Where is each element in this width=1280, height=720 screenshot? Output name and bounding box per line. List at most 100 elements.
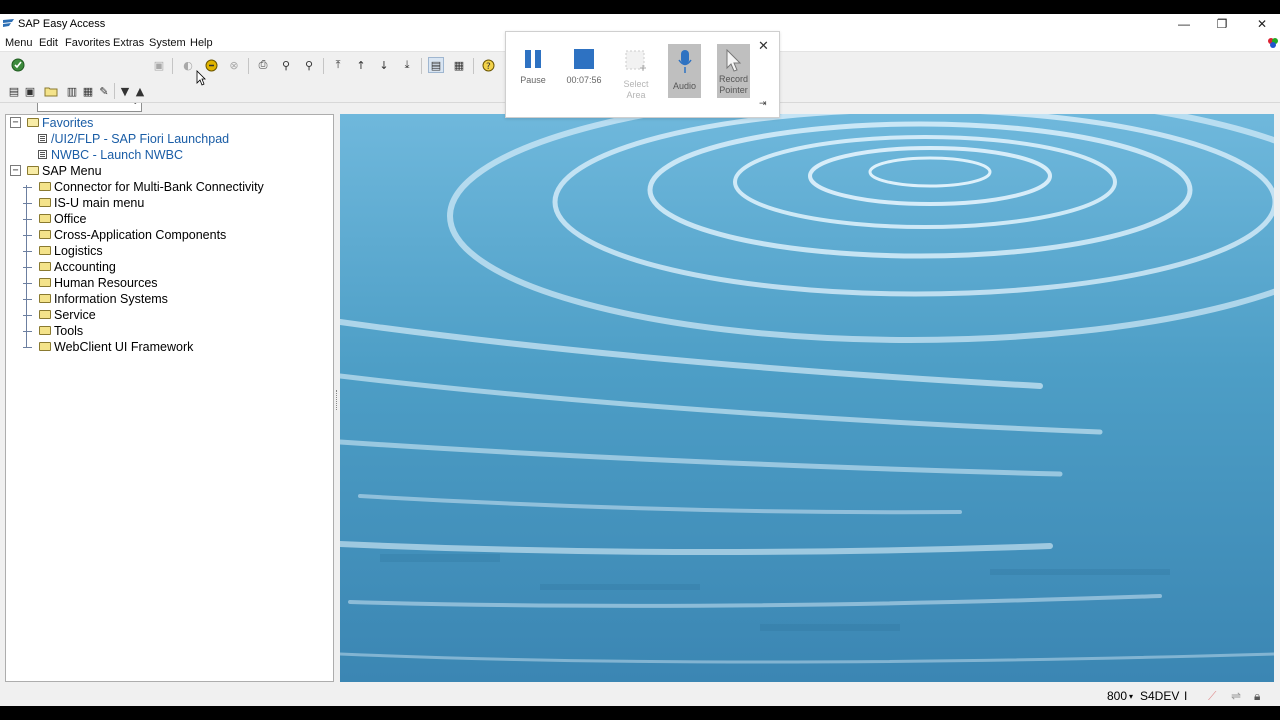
add-to-favorites-icon[interactable]: ▥ xyxy=(64,83,80,99)
minimize-button[interactable]: — xyxy=(1167,14,1201,34)
lock-icon[interactable]: 🔒︎ xyxy=(1254,689,1260,704)
favorite-item-nwbc[interactable]: NWBC - Launch NWBC xyxy=(9,147,329,163)
tree-node-favorites[interactable]: − Favorites xyxy=(9,115,329,131)
close-window-button[interactable]: ✕ xyxy=(1245,14,1279,34)
pointer-icon xyxy=(726,49,741,72)
tree-node-cross-application[interactable]: Cross-Application Components xyxy=(9,227,329,243)
tree-node-logistics[interactable]: Logistics xyxy=(9,243,329,259)
select-area-button[interactable]: Select Area xyxy=(616,44,656,102)
menu-item-favorites[interactable]: Favorites xyxy=(65,37,110,49)
last-page-icon[interactable]: ⤓ xyxy=(399,57,415,73)
save-icon[interactable]: ▣ xyxy=(151,57,167,73)
new-session-icon[interactable]: ▤ xyxy=(428,57,444,73)
microphone-icon xyxy=(677,50,692,73)
menu-item-extras[interactable]: Extras xyxy=(113,37,144,49)
tree-node-label: Office xyxy=(54,212,87,226)
close-recorder-button[interactable]: ✕ xyxy=(758,38,769,54)
tree-connector xyxy=(23,299,32,300)
folder-icon xyxy=(39,326,51,335)
menu-item-menu[interactable]: Menu xyxy=(5,37,33,49)
first-page-icon[interactable]: ⤒ xyxy=(330,57,346,73)
create-shortcut-icon[interactable]: ▦ xyxy=(451,57,467,73)
move-down-icon[interactable]: ▼ xyxy=(117,83,133,99)
status-message-icon[interactable]: ⟋ xyxy=(1208,689,1216,704)
tree-node-webclient-ui[interactable]: WebClient UI Framework xyxy=(9,339,329,355)
folder-open-icon xyxy=(27,166,39,175)
tree-node-service[interactable]: Service xyxy=(9,307,329,323)
move-up-icon[interactable]: ▲ xyxy=(132,83,148,99)
favorite-item-label: NWBC - Launch NWBC xyxy=(51,148,183,162)
favorite-item-fiori-launchpad[interactable]: /UI2/FLP - SAP Fiori Launchpad xyxy=(9,131,329,147)
tree-node-information-systems[interactable]: Information Systems xyxy=(9,291,329,307)
tree-node-office[interactable]: Office xyxy=(9,211,329,227)
sap-window: SAP Easy Access — ❐ ✕ Menu Edit Favorite… xyxy=(0,14,1280,706)
menu-item-system[interactable]: System xyxy=(149,37,186,49)
folder-icon xyxy=(39,294,51,303)
folder-icon xyxy=(39,342,51,351)
tree-connector xyxy=(23,251,32,252)
chevron-down-icon[interactable]: ▾ xyxy=(1129,692,1133,701)
select-area-label: Select xyxy=(623,79,649,89)
customize-layout-icon[interactable] xyxy=(1267,37,1279,49)
tree-node-label: Logistics xyxy=(54,244,103,258)
tree-node-human-resources[interactable]: Human Resources xyxy=(9,275,329,291)
tree-connector xyxy=(23,283,32,284)
audio-label: Audio xyxy=(672,81,697,91)
folder-icon xyxy=(39,230,51,239)
window-title: SAP Easy Access xyxy=(18,18,106,30)
folder-icon xyxy=(39,246,51,255)
back-icon[interactable]: ◐ xyxy=(180,57,196,73)
find-icon[interactable]: ⚲ xyxy=(278,57,294,73)
menu-item-help[interactable]: Help xyxy=(190,37,213,49)
user-menu-icon[interactable]: ▤ xyxy=(6,83,22,99)
tree-node-tools[interactable]: Tools xyxy=(9,323,329,339)
status-info-icon[interactable]: ⇌ xyxy=(1231,689,1241,703)
restore-button[interactable]: ❐ xyxy=(1205,14,1239,34)
print-icon[interactable]: ⎙ xyxy=(255,57,271,73)
select-area-label: Area xyxy=(626,90,646,100)
change-favorites-icon[interactable]: ✎ xyxy=(96,83,112,99)
record-pointer-toggle[interactable]: Record Pointer xyxy=(717,44,750,98)
tree-connector xyxy=(23,315,32,316)
tree-node-sap-menu[interactable]: − SAP Menu xyxy=(9,163,329,179)
delete-favorites-icon[interactable]: ▦ xyxy=(80,83,96,99)
tree-node-accounting[interactable]: Accounting xyxy=(9,259,329,275)
tree-connector xyxy=(23,219,32,220)
folder-icon xyxy=(39,310,51,319)
mouse-cursor-icon xyxy=(196,70,206,86)
select-area-icon xyxy=(625,50,646,71)
tree-node-isu-main-menu[interactable]: IS-U main menu xyxy=(9,195,329,211)
pause-button[interactable]: Pause xyxy=(513,44,553,102)
help-icon[interactable]: ? xyxy=(480,57,496,73)
sap-menu-icon[interactable]: ▣ xyxy=(22,83,38,99)
collapse-icon[interactable]: − xyxy=(10,165,21,176)
audio-toggle[interactable]: Audio xyxy=(668,44,701,98)
tree-connector xyxy=(23,347,32,348)
tree-connector xyxy=(23,203,32,204)
transaction-icon xyxy=(38,150,47,159)
pin-icon[interactable]: ⇥ xyxy=(759,98,767,109)
tree-connector xyxy=(23,267,32,268)
folder-open-icon xyxy=(27,118,39,127)
stop-button[interactable]: 00:07:56 xyxy=(563,44,605,102)
splitter-grip[interactable] xyxy=(336,390,338,410)
find-next-icon[interactable]: ⚲ xyxy=(301,57,317,73)
other-menu-icon[interactable] xyxy=(43,83,59,99)
panel-splitter[interactable] xyxy=(335,114,339,682)
tree-node-label: Cross-Application Components xyxy=(54,228,227,242)
folder-icon xyxy=(39,278,51,287)
tree-node-label: WebClient UI Framework xyxy=(54,340,194,354)
next-page-icon[interactable]: ↓ xyxy=(376,57,392,73)
tree-node-label: Accounting xyxy=(54,260,116,274)
transaction-icon xyxy=(38,134,47,143)
tree-node-label: IS-U main menu xyxy=(54,196,145,210)
tree-node-connector-multibank[interactable]: Connector for Multi-Bank Connectivity xyxy=(9,179,329,195)
toolbar-separator xyxy=(248,58,249,74)
cancel-icon[interactable]: ⊗ xyxy=(226,57,242,73)
collapse-icon[interactable]: − xyxy=(10,117,21,128)
previous-page-icon[interactable]: ↑ xyxy=(353,57,369,73)
tree-node-label: Information Systems xyxy=(54,292,168,306)
enter-icon[interactable] xyxy=(10,57,26,73)
status-bar: 800 ▾ S4DEV I ⟋ ⇌ 🔒︎ xyxy=(0,684,1280,706)
menu-item-edit[interactable]: Edit xyxy=(39,37,58,49)
